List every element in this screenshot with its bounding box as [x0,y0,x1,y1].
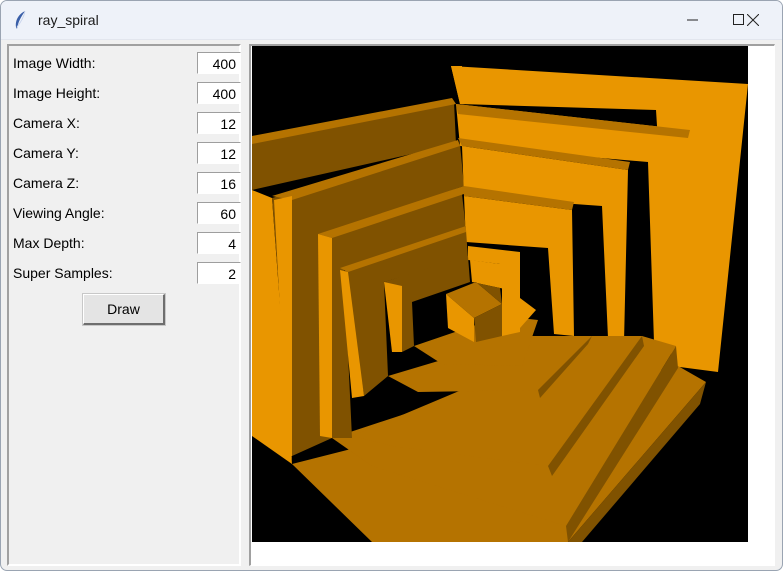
image-width-row: Image Width: 400 [13,52,241,74]
minimize-icon [687,19,698,21]
app-window: ray_spiral Image Width: 400 Image Height… [0,0,783,571]
image-height-label: Image Height: [13,85,101,101]
draw-button[interactable]: Draw [82,293,166,326]
camera-z-row: Camera Z: 16 [13,172,241,194]
camera-y-input[interactable]: 12 [197,142,241,164]
title-bar: ray_spiral [1,1,782,40]
ring3-left-front [318,234,332,438]
viewing-angle-row: Viewing Angle: 60 [13,202,241,224]
minimize-button[interactable] [670,1,716,40]
max-depth-input[interactable]: 4 [197,232,241,254]
camera-y-label: Camera Y: [13,145,79,161]
max-depth-label: Max Depth: [13,235,85,251]
camera-z-label: Camera Z: [13,175,80,191]
render-canvas[interactable] [249,44,775,566]
viewing-angle-input[interactable]: 60 [197,202,241,224]
feather-icon [12,10,28,30]
camera-x-label: Camera X: [13,115,80,131]
camera-y-row: Camera Y: 12 [13,142,241,164]
image-width-label: Image Width: [13,55,96,71]
camera-z-input[interactable]: 16 [197,172,241,194]
close-icon [747,14,759,26]
close-button[interactable] [730,1,776,40]
image-height-input[interactable]: 400 [197,82,241,104]
rendered-spiral-image [252,46,748,542]
super-samples-label: Super Samples: [13,265,113,281]
settings-panel: Image Width: 400 Image Height: 400 Camer… [7,44,241,566]
viewing-angle-label: Viewing Angle: [13,205,105,221]
camera-x-row: Camera X: 12 [13,112,241,134]
image-height-row: Image Height: 400 [13,82,241,104]
camera-x-input[interactable]: 12 [197,112,241,134]
image-width-input[interactable]: 400 [197,52,241,74]
window-title: ray_spiral [38,12,99,28]
super-samples-row: Super Samples: 2 [13,262,241,284]
super-samples-input[interactable]: 2 [197,262,241,284]
max-depth-row: Max Depth: 4 [13,232,241,254]
